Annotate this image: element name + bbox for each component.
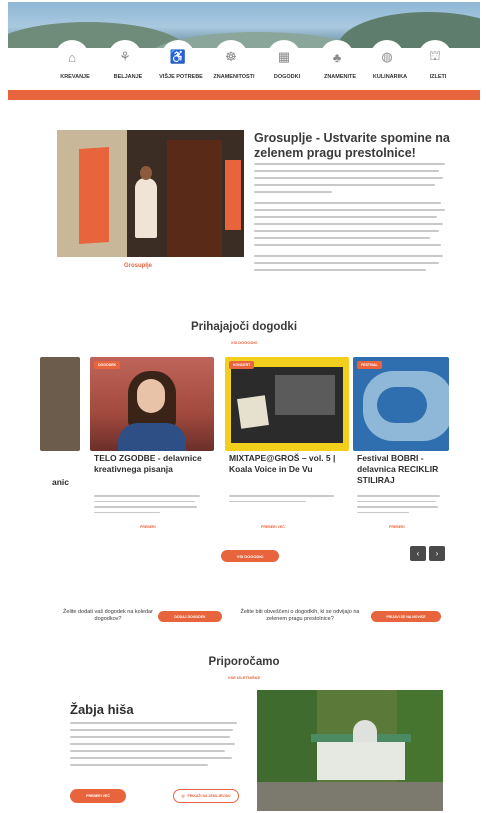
add-event-prompt: Želite dodati vaš dogodek na koledar dog… (63, 609, 153, 622)
nav-item-izleti[interactable]: ⛫ IZLETI (412, 40, 464, 90)
event-card-partial[interactable]: anic (40, 357, 80, 537)
event-text (229, 495, 339, 506)
event-image (225, 357, 349, 451)
nav-label: IZLETI (429, 74, 447, 80)
add-event-button[interactable]: DODAJ DOGODEK (158, 611, 222, 622)
event-title: TELO ZGODBE - delavnice kreativnega pisa… (94, 453, 202, 474)
recommend-heading: Priporočamo (208, 656, 280, 668)
nav-label: DOGODKI (273, 74, 301, 80)
recommend-item-title: Žabja hiša (70, 702, 134, 717)
landmark-icon: ☸ (214, 40, 248, 74)
events-all-link[interactable]: VSI DOGODKI (0, 340, 488, 345)
nav-item-beljanje[interactable]: ⚘ BELJANJE (102, 40, 154, 90)
event-image (40, 357, 80, 451)
tree-icon: ♣ (320, 40, 354, 74)
event-read-more[interactable]: PREBERI (140, 525, 156, 529)
recommend-photo (257, 690, 443, 811)
newsletter-button[interactable]: PRIJAVI SE NA NOVICE (371, 611, 441, 622)
bed-icon: ⌂ (55, 40, 89, 74)
show-on-map-label: PRIKAŽI NA ZEMLJEVIDU (187, 794, 231, 798)
main-nav: ⌂ KREVANJE ⚘ BELJANJE ♿ VIŠJE POTREBE ☸ … (8, 40, 480, 90)
nav-item-dogodki[interactable]: ▦ DOGODKI (261, 40, 313, 90)
bag-icon: ⛫ (418, 40, 452, 74)
recommend-all-link[interactable]: VSE IZLETNIŠKE (0, 675, 488, 680)
nav-label: BELJANJE (113, 74, 143, 80)
walker-icon: ♿ (161, 40, 195, 74)
event-image (90, 357, 214, 451)
nav-item-znamenitosti[interactable]: ☸ ZNAMENITOSTI (208, 40, 260, 90)
nav-item-kulinarika[interactable]: ◍ KULINARIKA (364, 40, 416, 90)
read-more-button[interactable]: PREBERI VEČ (70, 789, 126, 803)
event-card[interactable]: DOGODEK TELO ZGODBE - delavnice kreativn… (90, 357, 214, 537)
all-events-button[interactable]: VSI DOGODKI (221, 550, 279, 562)
event-text (357, 495, 443, 517)
event-badge: DOGODEK (94, 361, 121, 369)
intro-caption[interactable]: Grosuplje (124, 263, 152, 269)
nav-item-visje-potrebe[interactable]: ♿ VIŠJE POTREBE (155, 40, 207, 90)
event-title: MIXTAPE@GROŠ – vol. 5 | Koala Voice in D… (229, 453, 336, 474)
intro-photo (57, 130, 244, 257)
prev-arrow-icon[interactable]: ‹ (410, 546, 426, 561)
nav-label: KREVANJE (60, 74, 90, 80)
nav-label: VIŠJE POTREBE (159, 74, 203, 80)
page-title: Grosuplje - Ustvarite spomine na zelenem… (254, 131, 450, 160)
next-arrow-icon[interactable]: › (429, 546, 445, 561)
utensils-icon: ⚘ (108, 40, 142, 74)
map-pin-icon: ◎ (181, 794, 185, 798)
calendar-icon: ▦ (267, 40, 301, 74)
newsletter-prompt: Želite biti obveščeni o dogodkih, ki se … (240, 609, 360, 622)
accent-strip (8, 90, 480, 100)
event-text (94, 495, 204, 517)
event-badge: KONCERT (229, 361, 255, 369)
nav-item-znamenite[interactable]: ♣ ZNAMENITE (314, 40, 366, 90)
nav-item-krevanje[interactable]: ⌂ KREVANJE (49, 40, 101, 90)
event-card[interactable]: KONCERT MIXTAPE@GROŠ – vol. 5 | Koala Vo… (225, 357, 349, 537)
event-badge: FESTIVAL (357, 361, 382, 369)
events-heading: Prihajajoči dogodki (190, 321, 298, 333)
recommend-text (70, 722, 242, 771)
event-read-more[interactable]: PREBERI (389, 525, 405, 529)
nav-label: ZNAMENITOSTI (213, 74, 255, 80)
event-title: Festival BOBRI - delavnica RECIKLIR STIL… (357, 453, 439, 485)
event-card[interactable]: FESTIVAL Festival BOBRI - delavnica RECI… (353, 357, 449, 537)
event-read-more[interactable]: PREBERI VEČ (261, 525, 285, 529)
show-on-map-button[interactable]: ◎ PRIKAŽI NA ZEMLJEVIDU (173, 789, 239, 803)
event-image (353, 357, 449, 451)
globe-icon: ◍ (370, 40, 404, 74)
intro-text (254, 163, 449, 276)
